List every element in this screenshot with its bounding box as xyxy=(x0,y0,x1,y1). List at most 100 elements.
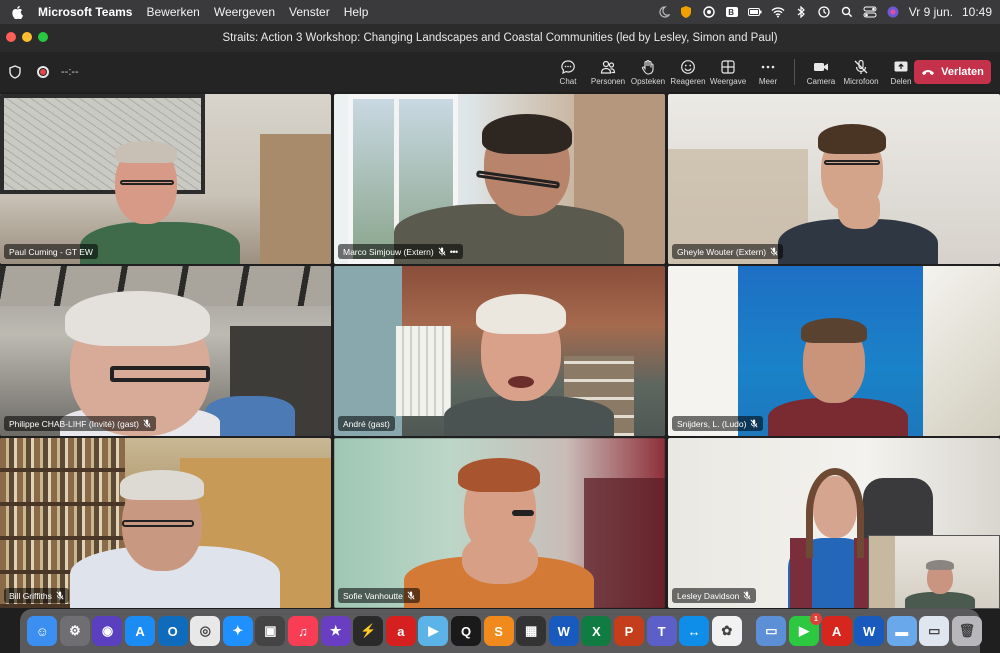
person-body xyxy=(80,222,240,264)
camera-icon xyxy=(814,62,828,71)
folder-icon[interactable]: ▬ xyxy=(886,616,917,646)
person-hair xyxy=(458,458,540,492)
menubar-date[interactable]: Vr 9 jun. xyxy=(909,5,953,19)
finder-icon[interactable]: ☺ xyxy=(27,616,58,646)
participant-name: André (gast) xyxy=(343,418,390,429)
camera-button[interactable]: Camera xyxy=(801,52,841,92)
menubar-time[interactable]: 10:49 xyxy=(962,5,992,19)
person-body xyxy=(905,592,975,608)
photos-icon[interactable]: ✿ xyxy=(711,616,742,646)
trash-icon[interactable]: 🗑 xyxy=(951,616,982,646)
imovie-icon[interactable]: ★ xyxy=(320,616,351,646)
participant-name-tag: Paul Cuming - GT EW xyxy=(4,244,98,259)
time-machine-icon[interactable] xyxy=(817,6,831,18)
bitdefender-icon[interactable]: B xyxy=(725,6,739,18)
meeting-info-shield-icon[interactable] xyxy=(9,65,21,79)
person-mouth xyxy=(508,376,534,388)
mic-off-icon xyxy=(407,591,415,600)
calculator-icon[interactable]: ▦ xyxy=(516,616,547,646)
video-tile[interactable]: Sofie Vanhoutte xyxy=(334,438,665,608)
music-icon[interactable]: ♫ xyxy=(288,616,319,646)
screenshot-icon[interactable]: ▣ xyxy=(255,616,286,646)
fullscreen-window-icon[interactable] xyxy=(38,32,48,42)
mic-button[interactable]: Microfoon xyxy=(841,52,881,92)
person-body xyxy=(444,396,614,436)
screen-icon[interactable]: ▭ xyxy=(919,616,950,646)
video-tile[interactable]: Philippe CHAB-LIHF (Invité) (gast) xyxy=(0,266,331,436)
react-button[interactable]: Reageren xyxy=(668,52,708,92)
excel-icon[interactable]: X xyxy=(581,616,612,646)
siri-tray-icon[interactable] xyxy=(886,6,900,18)
battery-icon xyxy=(747,6,762,18)
raise-hand-label: Opsteken xyxy=(630,76,666,86)
participant-name-tag: Marco Simjouw (Extern) ••• xyxy=(338,244,463,259)
people-button[interactable]: Personen xyxy=(588,52,628,92)
view-button[interactable]: Weergave xyxy=(708,52,748,92)
quicktime-icon[interactable]: Q xyxy=(451,616,482,646)
person-hair xyxy=(818,124,886,154)
menu-venster[interactable]: Venster xyxy=(289,5,330,19)
minimize-window-icon[interactable] xyxy=(22,32,32,42)
video-tile-active-speaker[interactable]: André (gast) xyxy=(334,266,665,436)
a-app-icon[interactable]: a xyxy=(385,616,416,646)
meeting-toolbar: --:-- Chat Personen Opsteken Reageren We… xyxy=(0,52,1000,92)
teams-icon[interactable]: T xyxy=(646,616,677,646)
studio-icon[interactable]: S xyxy=(483,616,514,646)
react-label: Reageren xyxy=(670,76,706,86)
more-label: Meer xyxy=(758,76,778,86)
participant-name: Paul Cuming - GT EW xyxy=(9,246,93,257)
glasses xyxy=(122,520,194,527)
close-window-icon[interactable] xyxy=(6,32,16,42)
video-tile[interactable]: Paul Cuming - GT EW xyxy=(0,94,331,264)
wifi-icon[interactable] xyxy=(771,6,785,18)
leave-button[interactable]: Verlaten xyxy=(914,60,991,84)
word-icon[interactable]: W xyxy=(548,616,579,646)
apple-icon[interactable] xyxy=(10,4,26,20)
menu-bewerken[interactable]: Bewerken xyxy=(146,5,199,19)
control-center-icon[interactable] xyxy=(863,6,877,18)
ellipsis-icon xyxy=(761,65,775,68)
active-app-name[interactable]: Microsoft Teams xyxy=(38,5,132,19)
safari-icon[interactable]: ✦ xyxy=(222,616,253,646)
mic-off-icon xyxy=(56,591,64,600)
video-tile[interactable]: Gheyle Wouter (Extern) xyxy=(668,94,1000,264)
person-hair xyxy=(806,468,864,558)
mp4-icon[interactable]: ▶ xyxy=(418,616,449,646)
preview-icon[interactable]: ▭ xyxy=(756,616,787,646)
teamviewer-icon[interactable]: ↔ xyxy=(679,616,710,646)
facetime-icon[interactable]: ▶ 1 xyxy=(788,613,822,646)
outlook-icon[interactable]: O xyxy=(157,616,188,646)
person-hair xyxy=(65,291,210,346)
acrobat-icon[interactable]: A xyxy=(821,616,852,646)
mic-off-icon xyxy=(743,591,751,600)
shield-tray-icon[interactable] xyxy=(679,6,693,18)
menu-help[interactable]: Help xyxy=(344,5,369,19)
record-tray-icon[interactable] xyxy=(702,6,716,18)
spotlight-app-icon[interactable]: ⚡ xyxy=(353,616,384,646)
video-tile[interactable]: Bill Griffiths xyxy=(0,438,331,608)
share-label: Delen xyxy=(890,76,912,86)
more-options-icon[interactable]: ••• xyxy=(450,247,458,257)
video-grid: Paul Cuming - GT EW Marco Simjouw (Exter… xyxy=(0,94,1000,608)
turquoise-wall xyxy=(334,266,402,436)
participant-name-tag: Sofie Vanhoutte xyxy=(338,588,420,603)
system-settings-icon[interactable]: ⚙ xyxy=(59,616,90,646)
dock-apps: ☺ ⚙ ◉ A O ◎ ✦ ▣ ♫ ★ ⚡ a ▶ Q S ▦ W X P T ↔ ✿ xyxy=(26,616,743,646)
powerpoint-icon[interactable]: P xyxy=(613,616,644,646)
bluetooth-icon[interactable] xyxy=(794,6,808,18)
raise-hand-button[interactable]: Opsteken xyxy=(628,52,668,92)
chrome-icon[interactable]: ◎ xyxy=(190,616,221,646)
search-icon[interactable] xyxy=(840,6,854,18)
more-button[interactable]: Meer xyxy=(748,52,788,92)
menu-weergeven[interactable]: Weergeven xyxy=(214,5,275,19)
word-doc-icon[interactable]: W xyxy=(854,616,885,646)
hangup-phone-icon xyxy=(922,70,935,75)
moon-icon[interactable] xyxy=(656,6,670,18)
video-tile[interactable]: Snijders, L. (Ludo) xyxy=(668,266,1000,436)
siri-icon[interactable]: ◉ xyxy=(92,616,123,646)
app-store-icon[interactable]: A xyxy=(125,616,156,646)
chat-button[interactable]: Chat xyxy=(548,52,588,92)
emoji-icon xyxy=(681,59,695,74)
video-tile[interactable]: Marco Simjouw (Extern) ••• xyxy=(334,94,665,264)
self-view-preview[interactable] xyxy=(868,535,1000,609)
